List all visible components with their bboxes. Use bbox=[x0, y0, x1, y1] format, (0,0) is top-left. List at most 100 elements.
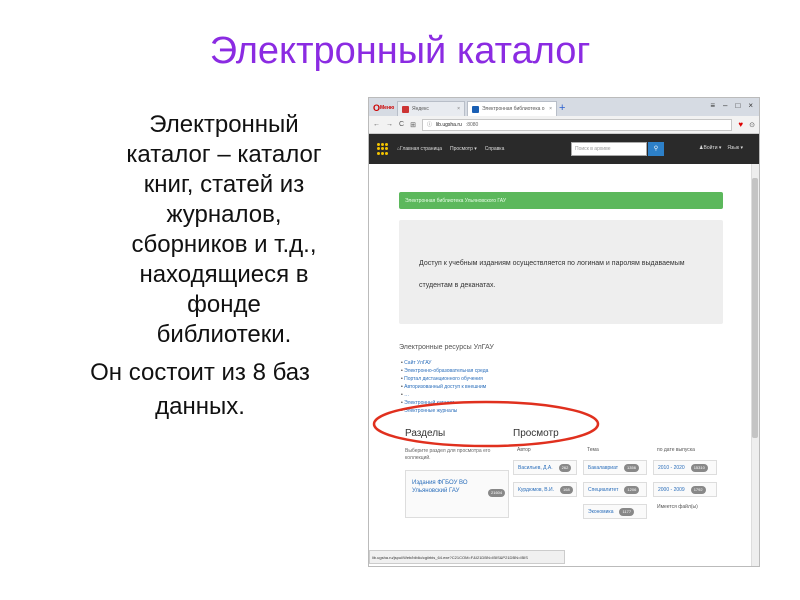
text-line: фонде bbox=[187, 291, 261, 318]
notice-line: студентам в деканатах. bbox=[419, 282, 496, 289]
item-label: Курдюмов, В.И. bbox=[518, 486, 554, 493]
column-head-date: по дате выпуска bbox=[657, 447, 695, 453]
resource-link: … bbox=[401, 391, 488, 399]
yandex-favicon-icon bbox=[402, 105, 409, 113]
item-label: 2010 - 2020 bbox=[658, 464, 685, 471]
tab-yandex[interactable]: Яндекс × bbox=[397, 101, 465, 116]
text-line: библиотеки. bbox=[156, 321, 292, 348]
count-badge: 1792 bbox=[690, 485, 706, 494]
library-favicon-icon bbox=[472, 105, 479, 113]
item-label: Специалитет bbox=[588, 486, 619, 493]
resources-title: Электронные ресурсы УлГАУ bbox=[399, 344, 494, 351]
info-icon: ⓘ bbox=[426, 122, 432, 128]
address-host: lib.ugsha.ru bbox=[435, 121, 462, 128]
heart-icon[interactable]: ♥ bbox=[738, 120, 743, 129]
nav-login-label: Войти ▾ bbox=[703, 145, 722, 151]
site-logo-icon[interactable] bbox=[377, 143, 389, 155]
section-link[interactable]: Издания ФГБОУ ВО Ульяновский ГАУ bbox=[412, 479, 482, 495]
has-files-filter[interactable]: Имеется файл(ы) bbox=[657, 504, 698, 510]
subject-item[interactable]: Специалитет 1206 bbox=[583, 482, 647, 497]
subject-item[interactable]: Бакалавриат 1356 bbox=[583, 460, 647, 475]
address-bar-row: ← → C ⊞ ⓘ lib.ugsha.ru:8080 ♥ ⊙ bbox=[369, 116, 759, 134]
window-controls: ≡ – □ × bbox=[710, 101, 753, 110]
resource-link[interactable]: Электронные журналы bbox=[401, 407, 488, 415]
back-icon[interactable]: ← bbox=[373, 121, 380, 128]
count-badge: 1206 bbox=[624, 485, 640, 494]
definition-paragraph: Электронный каталог – каталог книг, стат… bbox=[40, 110, 360, 350]
count-badge: 1356 bbox=[624, 463, 639, 472]
sections-title: Разделы bbox=[405, 428, 446, 439]
close-icon[interactable]: × bbox=[457, 106, 460, 112]
column-head-subject: Тема bbox=[587, 447, 599, 453]
nav-home[interactable]: ⌂Главная страница bbox=[397, 146, 442, 152]
column-head-author: Автор bbox=[517, 447, 531, 453]
address-path: :8080 bbox=[465, 121, 479, 128]
notice-line: Доступ к учебным изданиям осуществляется… bbox=[419, 260, 685, 267]
resource-link[interactable]: Сайт УлГАУ bbox=[401, 359, 488, 367]
new-tab-plus-icon[interactable]: + bbox=[559, 102, 571, 116]
date-item[interactable]: 2010 - 2020 15310 bbox=[653, 460, 717, 475]
count-badge: 262 bbox=[558, 463, 572, 472]
item-label: Экономика bbox=[588, 508, 614, 515]
search-icon[interactable]: ⚲ bbox=[648, 142, 664, 156]
resource-link[interactable]: Электронно-образовательная среда bbox=[401, 367, 488, 375]
databases-paragraph: Он состоит из 8 баз данных. bbox=[40, 358, 360, 422]
address-input[interactable]: ⓘ lib.ugsha.ru:8080 bbox=[421, 118, 733, 131]
maximize-icon[interactable]: □ bbox=[735, 101, 740, 110]
nav-home-label: Главная страница bbox=[400, 146, 443, 152]
author-item[interactable]: Курдюмов, В.И. 168 bbox=[513, 482, 577, 497]
section-card[interactable]: Издания ФГБОУ ВО Ульяновский ГАУ 21604 bbox=[405, 470, 509, 518]
breadcrumb[interactable]: Электронная библиотека Ульяновского ГАУ bbox=[399, 192, 723, 209]
scroll-thumb[interactable] bbox=[752, 178, 758, 438]
browse-title: Просмотр bbox=[513, 428, 559, 439]
menu-icon[interactable]: ≡ bbox=[710, 101, 715, 110]
text-line: находящиеся в bbox=[139, 261, 309, 288]
nav-login[interactable]: ♟Войти ▾ bbox=[699, 145, 721, 151]
close-window-icon[interactable]: × bbox=[748, 101, 753, 110]
browser-screenshot: O Меню Яндекс × Электронная библиотека о … bbox=[368, 97, 760, 567]
nav-right: ♟Войти ▾ Язык ▾ bbox=[699, 145, 743, 151]
browser-menu-button[interactable]: O Меню bbox=[373, 100, 397, 116]
resource-link[interactable]: Авторизованный доступ к внешним bbox=[401, 383, 488, 391]
subject-item[interactable]: Экономика 1177 bbox=[583, 504, 647, 519]
item-label: 2000 - 2009 bbox=[658, 486, 685, 493]
site-search-input[interactable]: Поиск в архиве bbox=[571, 142, 647, 156]
text-line: книг, статей из bbox=[143, 171, 305, 198]
slide-title: Электронный каталог bbox=[209, 30, 591, 72]
browser-logo-icon: O bbox=[373, 103, 381, 113]
close-icon[interactable]: × bbox=[549, 106, 552, 112]
reload-icon[interactable]: C bbox=[399, 121, 404, 128]
tab-label: Электронная библиотека о bbox=[482, 106, 545, 112]
site-navbar: ⌂Главная страница Просмотр ▾ Справка Пои… bbox=[369, 134, 759, 164]
text-line: журналов, bbox=[166, 201, 282, 228]
download-icon[interactable]: ⊙ bbox=[749, 121, 755, 129]
tab-label: Яндекс bbox=[412, 106, 429, 112]
resource-link[interactable]: Портал дистанционного обучения bbox=[401, 375, 488, 383]
text-line: данных. bbox=[155, 393, 245, 420]
nav-browse[interactable]: Просмотр ▾ bbox=[450, 146, 477, 152]
forward-icon[interactable]: → bbox=[386, 121, 393, 128]
resource-link-electronic-catalog[interactable]: Электронный каталог bbox=[401, 399, 488, 407]
resources-list: Сайт УлГАУ Электронно-образовательная ср… bbox=[401, 359, 488, 415]
grid-icon[interactable]: ⊞ bbox=[410, 121, 416, 129]
text-line: сборников и т.д., bbox=[131, 231, 317, 258]
tab-bar: O Меню Яндекс × Электронная библиотека о … bbox=[369, 98, 759, 116]
count-badge: 1177 bbox=[619, 507, 635, 516]
scrollbar[interactable] bbox=[751, 164, 759, 566]
text-line: Электронный bbox=[149, 111, 299, 138]
menu-label: Меню bbox=[380, 105, 395, 111]
slide-body: Электронный каталог – каталог книг, стат… bbox=[40, 110, 360, 422]
text-line: каталог – каталог bbox=[126, 141, 322, 168]
access-notice: Доступ к учебным изданиям осуществляется… bbox=[399, 220, 723, 324]
nav-language[interactable]: Язык ▾ bbox=[727, 145, 743, 151]
text-line: Он состоит из 8 баз bbox=[90, 359, 310, 386]
sections-description: Выберите раздел для просмотра его коллек… bbox=[405, 448, 491, 461]
minimize-icon[interactable]: – bbox=[723, 101, 727, 110]
tab-library[interactable]: Электронная библиотека о × bbox=[467, 101, 557, 116]
count-badge: 168 bbox=[560, 485, 573, 494]
date-item[interactable]: 2000 - 2009 1792 bbox=[653, 482, 717, 497]
nav-help[interactable]: Справка bbox=[485, 146, 505, 152]
status-url: lib.ugsha.ru/jspui/Web/biblio/cgiirbis_6… bbox=[369, 550, 565, 564]
author-item[interactable]: Васильев, Д.А. 262 bbox=[513, 460, 577, 475]
count-badge: 15310 bbox=[690, 463, 708, 472]
